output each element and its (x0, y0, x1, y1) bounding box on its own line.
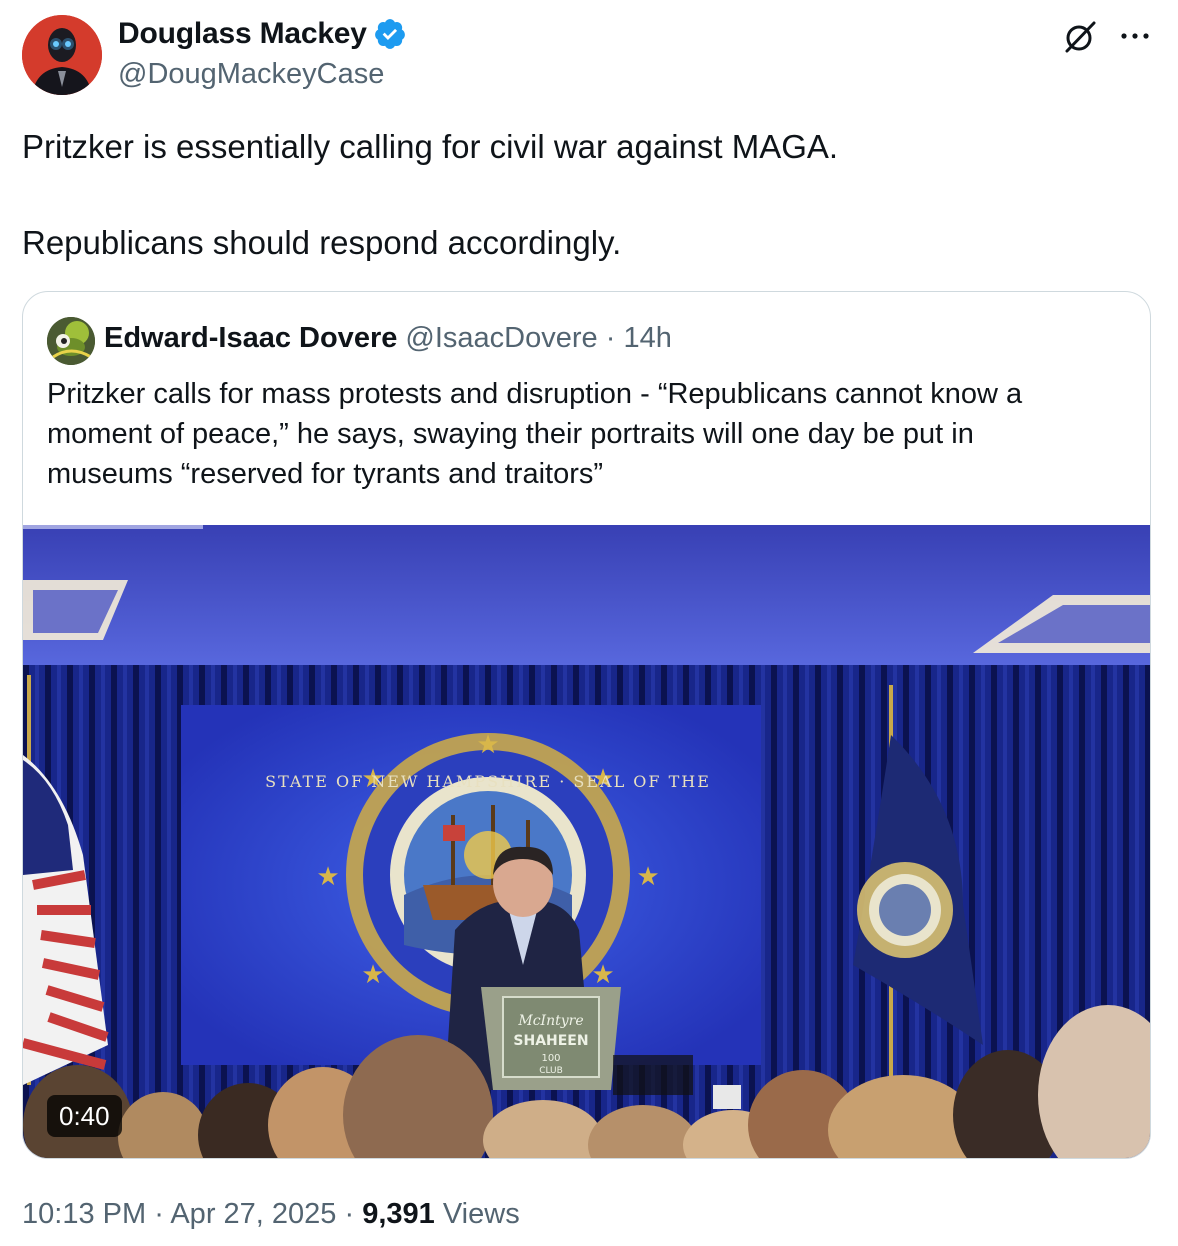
svg-text:★: ★ (361, 960, 384, 990)
seal-lettering: STATE OF NEW HAMPSHIRE · SEAL OF THE (265, 772, 711, 791)
tweet-text-paragraph: Pritzker is essentially calling for civi… (22, 128, 839, 165)
quoted-text-line: moment of peace,” he says, swaying their… (47, 418, 974, 450)
video-duration-badge: 0:40 (47, 1095, 122, 1137)
meta-separator: · (605, 322, 616, 354)
svg-text:★: ★ (316, 862, 339, 892)
author-display-name[interactable]: Douglass Mackey (118, 17, 367, 51)
meta-separator: · (344, 1198, 355, 1230)
podium-sign-line: McIntyre (517, 1013, 583, 1029)
podium-sign-line: SHAHEEN (513, 1033, 588, 1049)
views-label: Views (442, 1198, 520, 1230)
tweet-text-paragraph: Republicans should respond accordingly. (22, 224, 622, 261)
more-options-icon[interactable] (1118, 22, 1152, 50)
video-player[interactable]: ★★★ ★★★ ★★ STATE OF NEW HAMPSHIRE · SEAL… (23, 525, 1150, 1158)
quoted-author-handle[interactable]: @IsaacDovere (405, 322, 597, 354)
tweet-date[interactable]: Apr 27, 2025 (170, 1198, 336, 1230)
quoted-text-line: Pritzker calls for mass protests and dis… (47, 378, 1023, 410)
podium-sign-line: 100 (541, 1053, 560, 1064)
video-frame: ★★★ ★★★ ★★ STATE OF NEW HAMPSHIRE · SEAL… (23, 525, 1150, 1158)
quoted-tweet-text: Pritzker calls for mass protests and dis… (47, 374, 1127, 494)
quoted-author-name[interactable]: Edward-Isaac Dovere (104, 322, 397, 354)
author-handle[interactable]: @DougMackeyCase (118, 58, 384, 91)
verified-badge-icon (374, 19, 405, 49)
views-count: 9,391 (362, 1198, 435, 1230)
author-avatar[interactable] (22, 15, 102, 95)
meta-separator: · (154, 1198, 164, 1230)
tweet-time[interactable]: 10:13 PM (22, 1198, 146, 1230)
svg-text:★: ★ (636, 862, 659, 892)
quoted-tweet-time[interactable]: 14h (623, 322, 671, 354)
svg-text:★: ★ (591, 960, 614, 990)
quoted-author-avatar[interactable] (47, 317, 95, 365)
tweet-footer: 10:13 PM · Apr 27, 2025 · 9,391 Views (22, 1198, 520, 1231)
quoted-tweet-card[interactable]: Edward-Isaac Dovere @IsaacDovere · 14h P… (22, 291, 1151, 1159)
grok-icon[interactable] (1062, 19, 1098, 55)
quoted-text-line: museums “reserved for tyrants and traito… (47, 458, 604, 490)
svg-text:★: ★ (476, 730, 499, 760)
podium-sign-line: CLUB (539, 1066, 563, 1076)
